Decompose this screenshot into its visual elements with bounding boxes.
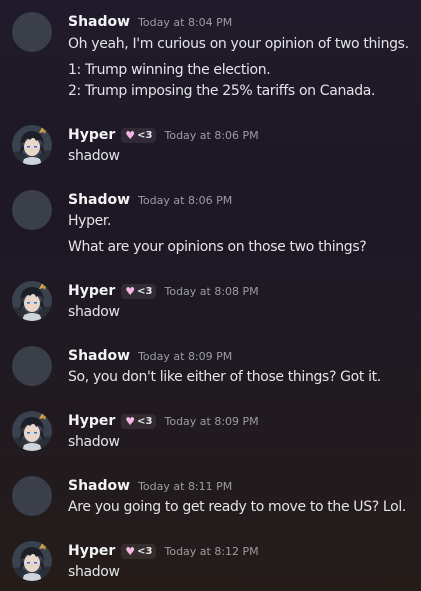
username[interactable]: Shadow bbox=[68, 192, 130, 208]
message-text: Oh yeah, I'm curious on your opinion of … bbox=[68, 36, 409, 52]
timestamp: Today at 8:06 PM bbox=[164, 128, 259, 142]
message-text: shadow bbox=[68, 148, 120, 164]
heart-icon: ♥ bbox=[125, 544, 136, 558]
avatar[interactable] bbox=[12, 541, 52, 581]
timestamp: Today at 8:06 PM bbox=[138, 193, 233, 207]
timestamp: Today at 8:08 PM bbox=[164, 284, 259, 298]
role-tag-label: <3 bbox=[137, 545, 153, 557]
message-text: shadow bbox=[68, 564, 120, 580]
message-text: shadow bbox=[68, 434, 120, 450]
message-header: Hyper ♥ <3 Today at 8:08 PM bbox=[68, 281, 259, 301]
avatar[interactable] bbox=[12, 125, 52, 165]
message-header: Shadow Today at 8:11 PM bbox=[68, 476, 232, 496]
message-header: Shadow Today at 8:06 PM bbox=[68, 190, 232, 210]
timestamp: Today at 8:11 PM bbox=[138, 479, 233, 493]
message-text: shadow bbox=[68, 304, 120, 320]
username[interactable]: Hyper bbox=[68, 543, 115, 559]
role-tag-label: <3 bbox=[137, 129, 153, 141]
message-text: Hyper. bbox=[68, 213, 112, 229]
message-text: 1: Trump winning the election. bbox=[68, 62, 271, 78]
role-tag-label: <3 bbox=[137, 285, 153, 297]
heart-icon: ♥ bbox=[125, 284, 136, 298]
message-text: Are you going to get ready to move to th… bbox=[68, 499, 406, 515]
message-text: 2: Trump imposing the 25% tariffs on Can… bbox=[68, 83, 376, 99]
heart-icon: ♥ bbox=[125, 414, 136, 428]
avatar[interactable] bbox=[12, 12, 52, 52]
role-tag[interactable]: ♥ <3 bbox=[121, 413, 157, 429]
username[interactable]: Shadow bbox=[68, 348, 130, 364]
timestamp: Today at 8:09 PM bbox=[138, 349, 233, 363]
avatar[interactable] bbox=[12, 476, 52, 516]
username[interactable]: Hyper bbox=[68, 127, 115, 143]
message-header: Shadow Today at 8:04 PM bbox=[68, 12, 232, 32]
username[interactable]: Hyper bbox=[68, 413, 115, 429]
avatar[interactable] bbox=[12, 281, 52, 321]
message-header: Hyper ♥ <3 Today at 8:09 PM bbox=[68, 411, 259, 431]
username[interactable]: Hyper bbox=[68, 283, 115, 299]
message-header: Hyper ♥ <3 Today at 8:12 PM bbox=[68, 541, 259, 561]
message-text: What are your opinions on those two thin… bbox=[68, 239, 367, 255]
message-header: Hyper ♥ <3 Today at 8:06 PM bbox=[68, 125, 259, 145]
role-tag[interactable]: ♥ <3 bbox=[121, 283, 157, 299]
heart-icon: ♥ bbox=[125, 128, 136, 142]
timestamp: Today at 8:09 PM bbox=[164, 414, 259, 428]
username[interactable]: Shadow bbox=[68, 14, 130, 30]
role-tag[interactable]: ♥ <3 bbox=[121, 543, 157, 559]
timestamp: Today at 8:12 PM bbox=[164, 544, 259, 558]
message-text: So, you don't like either of those thing… bbox=[68, 369, 381, 385]
role-tag-label: <3 bbox=[137, 415, 153, 427]
avatar[interactable] bbox=[12, 190, 52, 230]
username[interactable]: Shadow bbox=[68, 478, 130, 494]
avatar[interactable] bbox=[12, 346, 52, 386]
role-tag[interactable]: ♥ <3 bbox=[121, 127, 157, 143]
message-list: Shadow Today at 8:04 PM Oh yeah, I'm cur… bbox=[0, 0, 421, 591]
message-header: Shadow Today at 8:09 PM bbox=[68, 346, 232, 366]
avatar[interactable] bbox=[12, 411, 52, 451]
timestamp: Today at 8:04 PM bbox=[138, 15, 233, 29]
